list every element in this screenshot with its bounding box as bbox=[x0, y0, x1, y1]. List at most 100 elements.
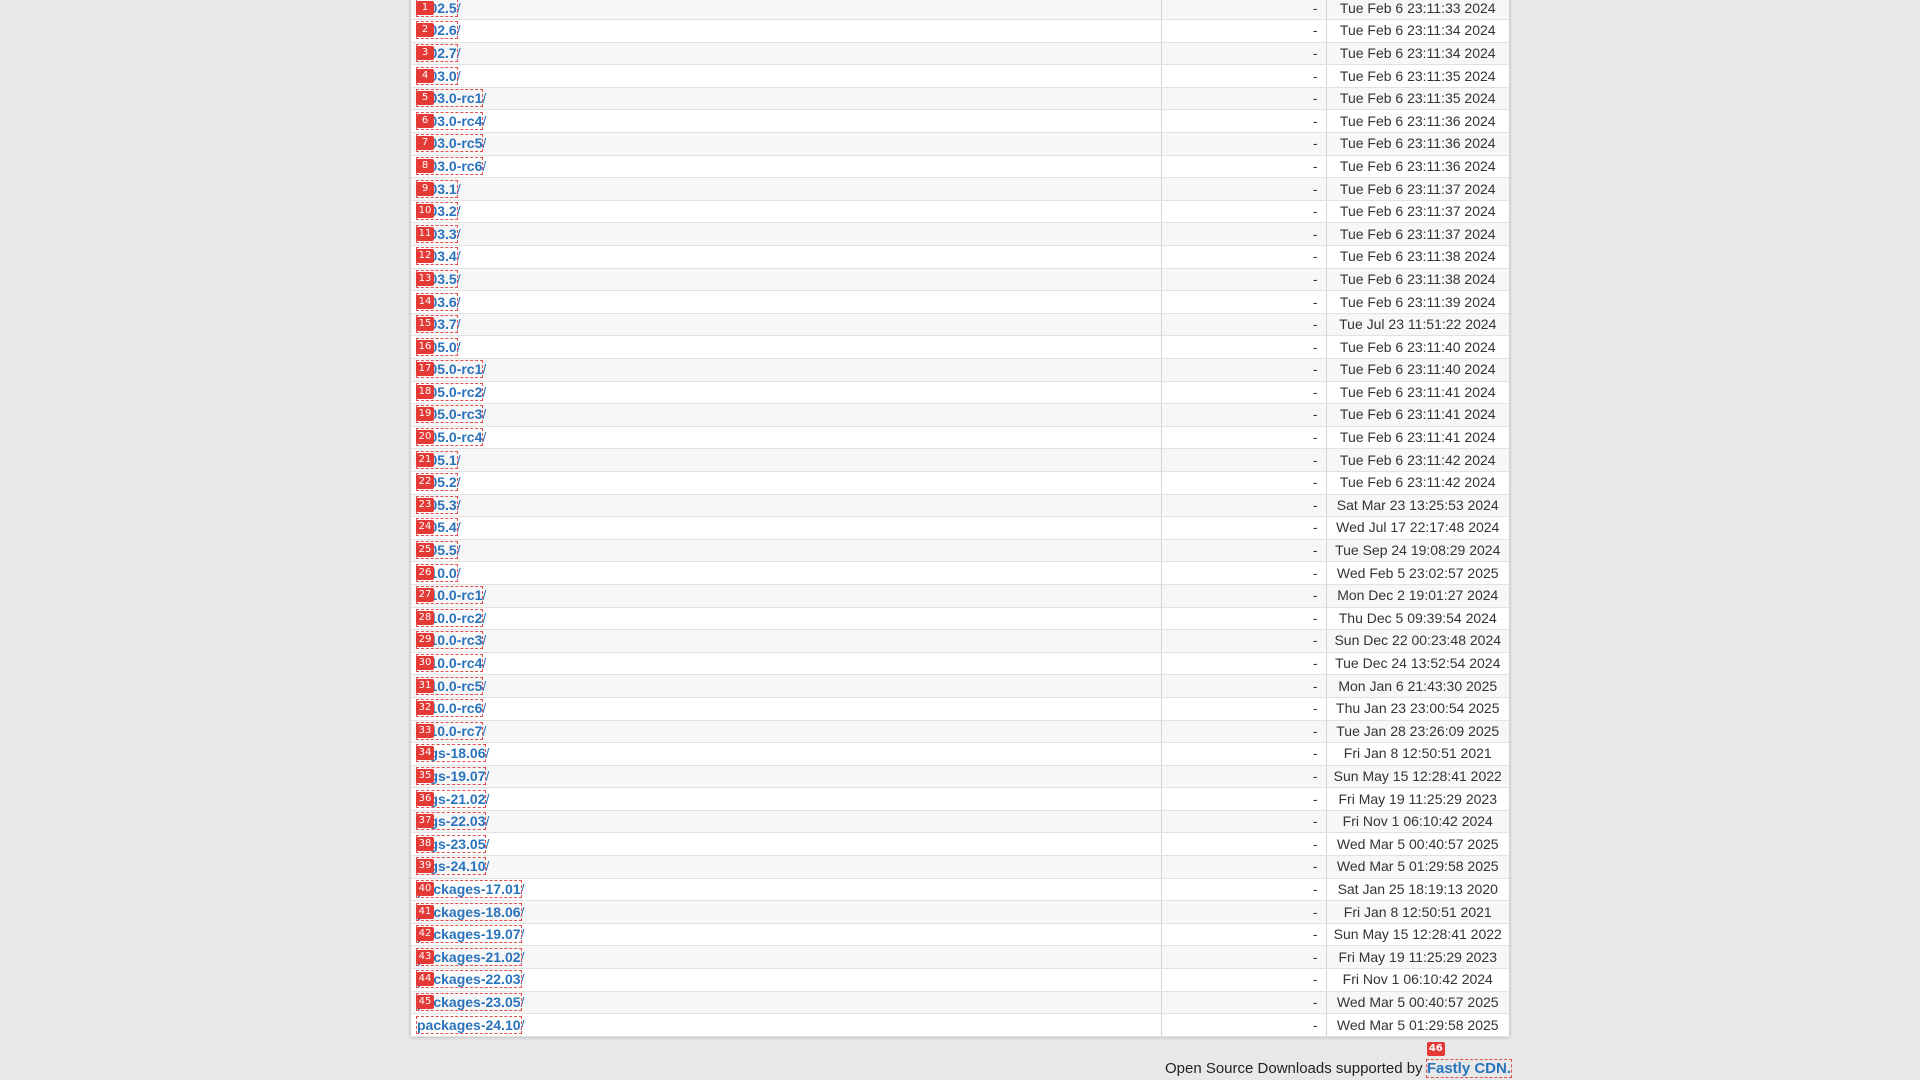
path-slash: / bbox=[456, 270, 461, 287]
date-cell: Tue Feb 6 23:11:37 2024 bbox=[1326, 200, 1509, 224]
name-cell: s-05.0-rc2/18 bbox=[411, 381, 1162, 405]
element-badge: 33 bbox=[416, 723, 434, 738]
size-cell: - bbox=[1161, 720, 1327, 744]
table-row: s-05.5/25- Tue Sep 24 19:08:29 2024 bbox=[411, 539, 1509, 563]
name-cell: s-10.0/26 bbox=[411, 561, 1162, 585]
size-cell: - bbox=[1161, 64, 1327, 88]
size-cell: - bbox=[1161, 629, 1327, 653]
table-row: s-05.4/24- Wed Jul 17 22:17:48 2024 bbox=[411, 516, 1509, 540]
size-cell: - bbox=[1161, 697, 1327, 721]
path-slash: / bbox=[520, 903, 525, 920]
directory-link[interactable]: packages-24.10 bbox=[416, 1015, 522, 1034]
directory-entry: s-02.5/1 bbox=[416, 0, 461, 19]
date-cell: Tue Feb 6 23:11:40 2024 bbox=[1326, 335, 1509, 359]
date-cell: Tue Feb 6 23:11:36 2024 bbox=[1326, 155, 1509, 179]
size-cell: - bbox=[1161, 268, 1327, 292]
directory-entry: logs-24.10/39 bbox=[415, 856, 489, 877]
path-slash: / bbox=[456, 180, 461, 197]
directory-entry: s-10.0-rc7/33 bbox=[415, 721, 486, 742]
path-slash: / bbox=[456, 203, 461, 220]
element-badge: 1 bbox=[416, 0, 434, 15]
table-row: s-10.0-rc5/31- Mon Jan 6 21:43:30 2025 bbox=[411, 674, 1509, 698]
date-cell: Fri Nov 1 06:10:42 2024 bbox=[1326, 810, 1509, 834]
directory-entry: s-03.0/4 bbox=[416, 66, 461, 87]
element-badge: 16 bbox=[416, 339, 434, 354]
element-badge: 8 bbox=[416, 158, 434, 173]
size-cell: - bbox=[1161, 245, 1327, 269]
size-cell: - bbox=[1161, 878, 1327, 902]
table-row: logs-19.07/35- Sun May 15 12:28:41 2022 bbox=[411, 765, 1509, 789]
element-badge: 34 bbox=[416, 746, 434, 761]
element-badge: 13 bbox=[416, 271, 434, 286]
table-row: s-05.0-rc1/17- Tue Feb 6 23:11:40 2024 bbox=[411, 358, 1509, 382]
file-table: s-02.5/1- Tue Feb 6 23:11:33 2024 s-02.6/2… bbox=[411, 0, 1509, 1037]
directory-entry: s-03.0-rc4/6 bbox=[415, 111, 486, 132]
element-badge: 38 bbox=[416, 836, 434, 851]
size-cell: - bbox=[1161, 0, 1327, 21]
date-cell: Wed Jul 17 22:17:48 2024 bbox=[1326, 516, 1509, 540]
fastly-cdn-link[interactable]: 46 Fastly CDN. bbox=[1425, 1042, 1513, 1078]
directory-entry: s-05.0-rc1/17 bbox=[415, 359, 486, 380]
directory-entry: logs-18.06/34 bbox=[415, 743, 489, 764]
table-row: s-10.0-rc4/30- Tue Dec 24 13:52:54 2024 bbox=[411, 652, 1509, 676]
directory-entry: s-05.0/16 bbox=[416, 337, 461, 358]
path-slash: / bbox=[456, 451, 461, 468]
size-cell: - bbox=[1161, 652, 1327, 676]
name-cell: s-03.4/12 bbox=[411, 245, 1162, 269]
directory-entry: s-03.0-rc5/7 bbox=[415, 133, 486, 154]
element-badge: 14 bbox=[416, 294, 434, 309]
directory-entry: logs-22.03/37 bbox=[415, 811, 489, 832]
path-slash: / bbox=[482, 429, 487, 446]
date-cell: Tue Feb 6 23:11:37 2024 bbox=[1326, 222, 1509, 247]
table-row: s-02.7/3- Tue Feb 6 23:11:34 2024 bbox=[411, 42, 1509, 66]
size-cell: - bbox=[1161, 222, 1327, 247]
path-slash: / bbox=[520, 1016, 525, 1033]
name-cell: logs-18.06/34 bbox=[411, 742, 1162, 766]
date-cell: Tue Jul 23 11:51:22 2024 bbox=[1326, 313, 1509, 337]
date-cell: Tue Feb 6 23:11:36 2024 bbox=[1326, 109, 1509, 134]
directory-listing: s-02.5/1- Tue Feb 6 23:11:33 2024 s-02.6/2… bbox=[411, 0, 1509, 1037]
size-cell: - bbox=[1161, 471, 1327, 495]
element-badge: 32 bbox=[416, 701, 434, 716]
element-badge: 28 bbox=[416, 610, 434, 625]
size-cell: - bbox=[1161, 607, 1327, 631]
table-row: s-02.6/2- Tue Feb 6 23:11:34 2024 bbox=[411, 19, 1509, 43]
directory-entry: s-05.0-rc3/19 bbox=[415, 404, 486, 425]
directory-entry: s-05.2/22 bbox=[416, 472, 461, 493]
table-row: s-03.4/12- Tue Feb 6 23:11:38 2024 bbox=[411, 245, 1509, 269]
date-cell: Fri May 19 11:25:29 2023 bbox=[1326, 787, 1509, 811]
size-cell: - bbox=[1161, 335, 1327, 359]
name-cell: packages-21.02/43 bbox=[411, 945, 1162, 970]
element-badge: 45 bbox=[416, 994, 434, 1009]
table-row: s-10.0-rc3/29- Sun Dec 22 00:23:48 2024 bbox=[411, 629, 1509, 653]
table-row: s-03.5/13- Tue Feb 6 23:11:38 2024 bbox=[411, 268, 1509, 292]
path-slash: / bbox=[482, 677, 487, 694]
name-cell: logs-22.03/37 bbox=[411, 810, 1162, 834]
table-row: s-02.5/1- Tue Feb 6 23:11:33 2024 bbox=[411, 0, 1509, 21]
element-badge: 20 bbox=[416, 430, 434, 445]
date-cell: Tue Feb 6 23:11:34 2024 bbox=[1326, 19, 1509, 43]
date-cell: Tue Feb 6 23:11:42 2024 bbox=[1326, 471, 1509, 495]
name-cell: packages-24.10/ bbox=[411, 1013, 1162, 1037]
directory-entry: logs-21.02/36 bbox=[415, 789, 489, 810]
path-slash: / bbox=[456, 496, 461, 513]
date-cell: Thu Jan 23 23:00:54 2025 bbox=[1326, 697, 1509, 721]
directory-entry: s-05.3/23 bbox=[416, 495, 461, 516]
element-badge: 9 bbox=[416, 181, 434, 196]
size-cell: - bbox=[1161, 516, 1327, 540]
name-cell: s-02.5/1 bbox=[411, 0, 1162, 21]
element-badge: 42 bbox=[416, 927, 434, 942]
element-badge: 21 bbox=[416, 452, 434, 467]
table-row: s-03.3/11- Tue Feb 6 23:11:37 2024 bbox=[411, 222, 1509, 247]
directory-entry: s-10.0/26 bbox=[416, 563, 461, 584]
name-cell: s-10.0-rc2/28 bbox=[411, 607, 1162, 631]
path-slash: / bbox=[456, 542, 461, 559]
name-cell: s-03.5/13 bbox=[411, 268, 1162, 292]
table-row: logs-24.10/39- Wed Mar 5 01:29:58 2025 bbox=[411, 855, 1509, 879]
date-cell: Tue Feb 6 23:11:39 2024 bbox=[1326, 290, 1509, 314]
directory-entry: s-02.7/3 bbox=[416, 43, 461, 64]
size-cell: - bbox=[1161, 42, 1327, 66]
date-cell: Tue Feb 6 23:11:38 2024 bbox=[1326, 268, 1509, 292]
table-row: s-10.0-rc1/27- Mon Dec 2 19:01:27 2024 bbox=[411, 584, 1509, 608]
name-cell: s-03.0-rc4/6 bbox=[411, 109, 1162, 134]
